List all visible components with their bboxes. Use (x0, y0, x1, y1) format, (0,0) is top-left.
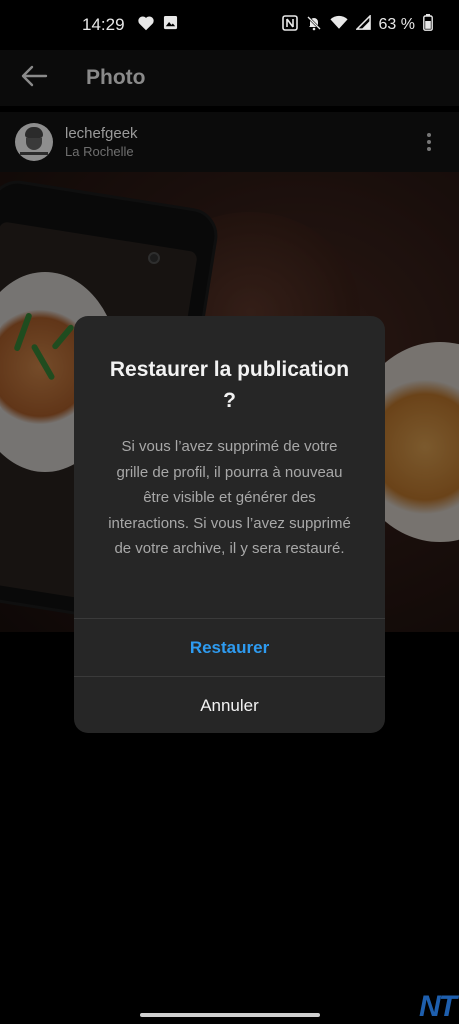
post-header: lechefgeek La Rochelle (0, 112, 459, 172)
more-vertical-icon[interactable] (419, 127, 439, 157)
status-right: 63 % (281, 14, 433, 36)
status-left-icons (137, 15, 178, 36)
signal-icon (354, 14, 371, 35)
cancel-button[interactable]: Annuler (74, 677, 385, 733)
dialog-actions: Restaurer Annuler (74, 618, 385, 733)
battery-percent: 63 % (378, 16, 415, 33)
restore-button[interactable]: Restaurer (74, 619, 385, 676)
watermark-logo: NT (419, 990, 457, 1023)
battery-icon (423, 14, 433, 36)
mute-icon (306, 15, 322, 36)
heart-icon (137, 15, 155, 36)
user-info: lechefgeek La Rochelle (65, 125, 138, 159)
username[interactable]: lechefgeek (65, 125, 138, 142)
nfc-icon (281, 14, 298, 36)
location[interactable]: La Rochelle (65, 144, 138, 159)
wifi-icon (329, 15, 348, 35)
app-header: Photo (0, 50, 459, 106)
restore-dialog: Restaurer la publication ? Si vous l’ave… (74, 316, 385, 733)
status-bar: 14:29 63 % (0, 0, 459, 50)
status-time: 14:29 (82, 15, 125, 34)
image-icon (163, 15, 178, 35)
arrow-left-icon (20, 65, 48, 92)
back-button[interactable] (4, 50, 64, 106)
page-title: Photo (86, 66, 146, 89)
dialog-title: Restaurer la publication ? (109, 358, 350, 412)
home-indicator[interactable] (140, 1013, 320, 1017)
dialog-message: Si vous l’avez supprimé de votre grille … (108, 438, 351, 557)
avatar[interactable] (15, 123, 53, 161)
